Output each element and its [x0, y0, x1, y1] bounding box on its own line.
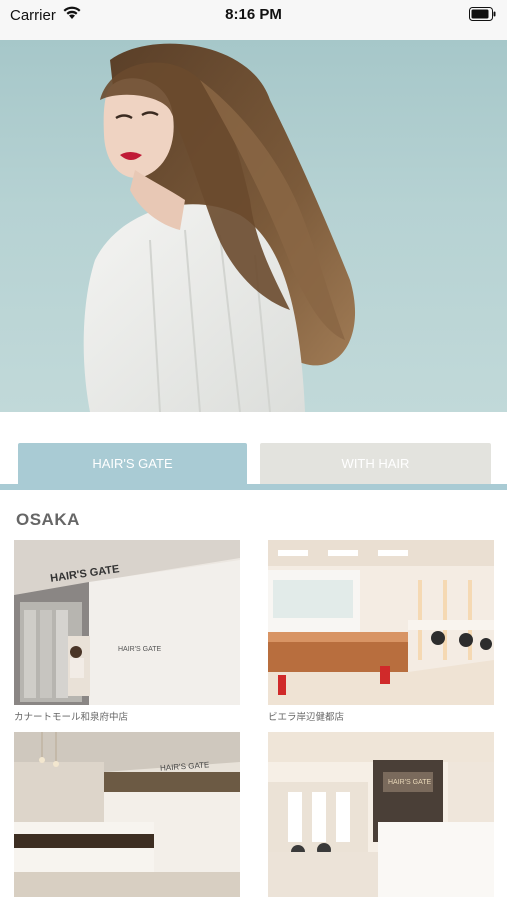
salon-photo: HAIR'S GATE [14, 732, 240, 897]
salon-name: カナートモール和泉府中店 [14, 712, 129, 723]
clock: 8:16 PM [225, 6, 282, 23]
hero-carousel[interactable] [0, 40, 507, 412]
salon-name: ビエラ岸辺健都店 [268, 712, 345, 723]
section-title: OSAKA [16, 510, 80, 529]
salon-wall-sign: HAIR'S GATE [388, 779, 432, 786]
salon-wall-sign: HAIR'S GATE [118, 646, 162, 653]
salon-photo: HAIR'S GATE HAIR'S GATE [14, 540, 240, 705]
tab-with-hair[interactable]: WITH HAIR [260, 443, 491, 485]
hero-photo [83, 43, 356, 412]
battery-icon [469, 7, 497, 25]
salon-card[interactable]: ビエラ岸辺健都店 [268, 540, 494, 723]
salon-photo [268, 540, 494, 705]
salon-card[interactable]: HAIR'S GATE HAIR'S GATE カナートモール和泉府中店 [14, 540, 240, 723]
salon-card[interactable]: HAIR'S GATE [268, 732, 494, 901]
status-bar: Carrier 8:16 PM [0, 0, 507, 40]
tab-hairs-gate[interactable]: HAIR'S GATE [18, 443, 247, 485]
tab-underline [0, 484, 507, 490]
salon-card[interactable]: HAIR'S GATE [14, 732, 240, 901]
salon-photo: HAIR'S GATE [268, 732, 494, 897]
